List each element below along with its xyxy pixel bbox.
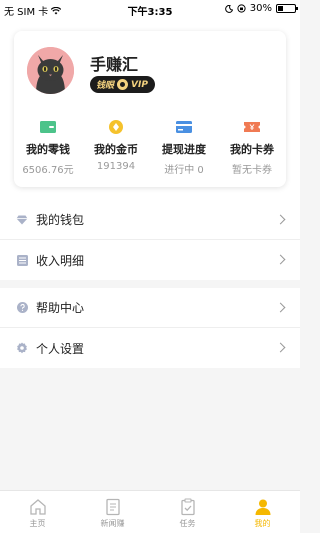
stat-value: 191394 xyxy=(96,161,136,172)
menu-label: 帮助中心 xyxy=(36,301,85,315)
battery-icon xyxy=(276,4,298,13)
menu-label: 个人设置 xyxy=(36,341,85,356)
moon-icon xyxy=(224,4,233,13)
battery-fill xyxy=(278,6,283,11)
battery-percent: 30% xyxy=(249,3,272,14)
wallet-icon xyxy=(40,121,56,133)
wifi-icon xyxy=(51,6,62,14)
menu-item-settings[interactable]: 个人设置 xyxy=(0,328,300,368)
tab-label: 我的 xyxy=(254,519,271,528)
username: 手赚汇 xyxy=(90,55,139,74)
card-icon xyxy=(176,121,192,133)
home-icon xyxy=(29,499,46,515)
vip-suffix: VIP xyxy=(131,79,148,90)
stat-wallet[interactable]: 我的零钱 6506.76元 xyxy=(14,119,82,179)
task-icon xyxy=(180,498,195,516)
list-icon xyxy=(16,254,28,266)
stat-coupons[interactable]: 我的卡券 暂无卡券 xyxy=(218,119,286,179)
menu-label: 收入明细 xyxy=(36,253,85,268)
tab-mine[interactable]: 我的 xyxy=(225,491,300,533)
menu-item-help-center[interactable]: 帮助中心 xyxy=(0,288,300,328)
coupon-icon xyxy=(244,122,260,132)
menu-group-help: 帮助中心 个人设置 xyxy=(0,288,300,368)
chevron-right-icon xyxy=(275,342,286,353)
stat-value: 进行中 0 xyxy=(164,165,204,176)
chevron-right-icon xyxy=(275,254,286,265)
status-bar: 无 SIM 卡 下午3:35 30% xyxy=(0,0,300,18)
menu-item-wallet[interactable]: 我的钱包 xyxy=(0,200,300,240)
cat-avatar-icon xyxy=(27,47,74,94)
menu-item-income-detail[interactable]: 收入明细 xyxy=(0,240,300,280)
stat-label: 我的金币 xyxy=(94,143,138,156)
menu-label: 我的钱包 xyxy=(36,213,85,227)
tab-bar: 主页 新闻赚 任务 我的 xyxy=(0,490,300,533)
stat-value: 暂无卡券 xyxy=(232,165,272,176)
screen: 无 SIM 卡 下午3:35 30% 手赚汇 钱眼 VIP 我的零钱 6506.… xyxy=(0,0,300,533)
coin-icon xyxy=(109,120,123,134)
chevron-right-icon xyxy=(275,302,286,313)
profile-card: 手赚汇 钱眼 VIP 我的零钱 6506.76元 我的金币 191394 提现进… xyxy=(14,31,286,187)
stat-withdraw-progress[interactable]: 提现进度 进行中 0 xyxy=(150,119,218,179)
vip-badge[interactable]: 钱眼 VIP xyxy=(90,76,155,93)
stat-label: 提现进度 xyxy=(162,143,206,156)
stat-label: 我的零钱 xyxy=(26,143,70,156)
tab-home[interactable]: 主页 xyxy=(0,491,75,533)
vip-logo-icon xyxy=(117,79,129,90)
stat-label: 我的卡券 xyxy=(230,143,274,156)
diamond-icon xyxy=(16,214,28,226)
vip-label: 钱眼 xyxy=(96,81,115,91)
avatar[interactable] xyxy=(27,47,74,94)
chevron-right-icon xyxy=(275,214,286,225)
settings-icon xyxy=(16,342,28,354)
stats-row: 我的零钱 6506.76元 我的金币 191394 提现进度 进行中 0 我的卡… xyxy=(14,119,286,179)
stat-coins[interactable]: 我的金币 191394 xyxy=(82,119,150,179)
tab-tasks[interactable]: 任务 xyxy=(150,491,225,533)
tab-label: 新闻赚 xyxy=(100,519,125,528)
menu-group-wallet: 我的钱包 收入明细 xyxy=(0,200,300,280)
rotation-lock-icon xyxy=(237,4,246,13)
tab-label: 主页 xyxy=(29,519,46,528)
tab-label: 任务 xyxy=(179,519,196,528)
stat-value: 6506.76元 xyxy=(22,165,74,176)
profile-icon xyxy=(255,499,270,515)
tab-news[interactable]: 新闻赚 xyxy=(75,491,150,533)
carrier-label: 无 SIM 卡 xyxy=(4,7,49,18)
help-icon xyxy=(16,302,28,314)
news-icon xyxy=(105,498,120,516)
